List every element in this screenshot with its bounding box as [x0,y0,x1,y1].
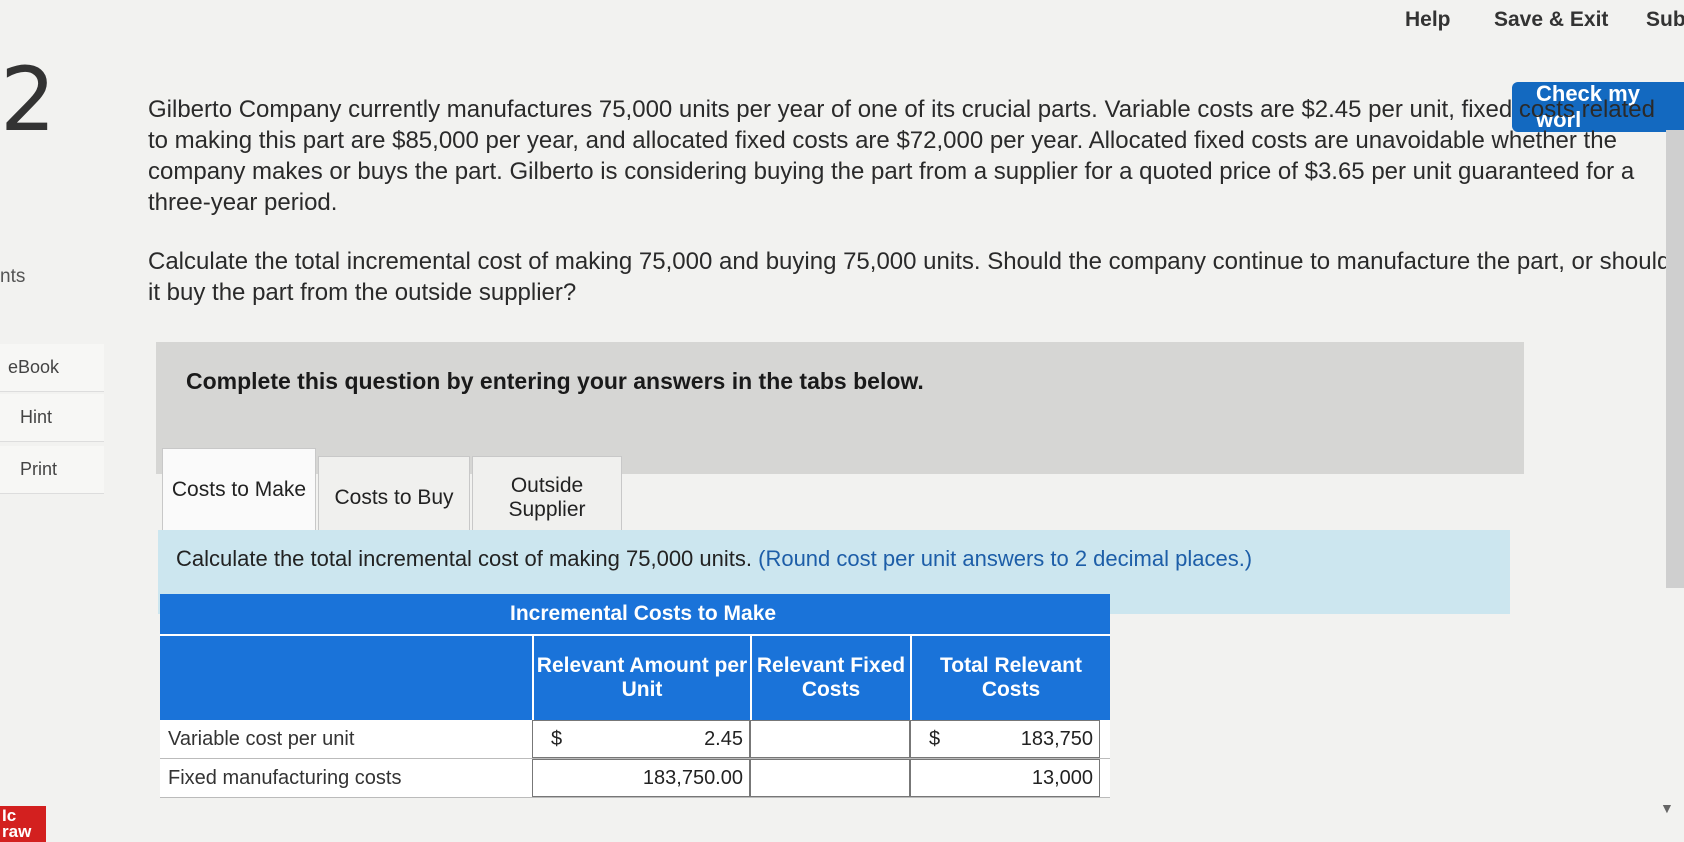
tab-outside-supplier[interactable]: Outside Supplier [472,456,622,540]
fixed-costs-input[interactable] [750,759,910,797]
row-label: Variable cost per unit [168,727,355,750]
header-total-costs: Total Relevant Costs [910,636,1110,720]
brand-logo: Ic raw [0,806,46,842]
total-costs-input[interactable]: $ 183,750 [910,720,1100,758]
scroll-down-arrow-icon[interactable]: ▼ [1660,800,1674,816]
scrollbar-thumb[interactable] [1666,130,1684,588]
instructions-panel: Complete this question by entering your … [156,342,1524,474]
header-amount-per-unit: Relevant Amount per Unit [532,636,750,720]
header-blank [160,636,532,720]
fixed-costs-input[interactable] [750,720,910,758]
total-costs-input[interactable]: 13,000 [910,759,1100,797]
submit-link[interactable]: Sub [1646,8,1684,32]
points-label: nts [0,266,26,287]
row-label: Fixed manufacturing costs [168,766,402,789]
instructions-text: Complete this question by entering your … [186,368,924,394]
question-paragraph-2: Calculate the total incremental cost of … [148,248,1671,306]
tab-costs-to-buy[interactable]: Costs to Buy [318,456,470,540]
amount-per-unit-input[interactable]: 183,750.00 [532,759,750,797]
amount-per-unit-value: 2.45 [704,727,743,750]
prompt-main: Calculate the total incremental cost of … [176,546,752,571]
currency-symbol: $ [929,727,941,750]
prompt-rounding-note: (Round cost per unit answers to 2 decima… [758,546,1253,571]
prompt-text: Calculate the total incremental cost of … [176,546,1252,572]
amount-per-unit-input[interactable]: $ 2.45 [532,720,750,758]
amount-per-unit-value: 183,750.00 [642,766,743,789]
tab-costs-to-make[interactable]: Costs to Make [162,448,316,532]
help-link[interactable]: Help [1405,8,1451,32]
hint-link[interactable]: Hint [0,394,104,442]
print-link[interactable]: Print [0,446,104,494]
total-costs-value: 183,750 [1020,727,1093,750]
question-number: 2 [0,48,56,151]
ebook-link[interactable]: eBook [0,344,104,392]
table-title: Incremental Costs to Make [160,594,1110,634]
currency-symbol: $ [551,727,563,750]
table-row: Fixed manufacturing costs 183,750.00 13,… [160,759,1110,798]
total-costs-value: 13,000 [1031,766,1093,789]
header-fixed-costs: Relevant Fixed Costs [750,636,910,720]
table-row: Variable cost per unit $ 2.45 $ 183,750 [160,720,1110,759]
incremental-costs-table: Incremental Costs to Make Relevant Amoun… [160,594,1110,798]
question-paragraph-1: Gilberto Company currently manufactures … [148,96,1655,216]
top-bar: Help Save & Exit Sub [0,0,1684,44]
save-exit-link[interactable]: Save & Exit [1494,8,1608,32]
table-header-row: Relevant Amount per Unit Relevant Fixed … [160,634,1110,720]
